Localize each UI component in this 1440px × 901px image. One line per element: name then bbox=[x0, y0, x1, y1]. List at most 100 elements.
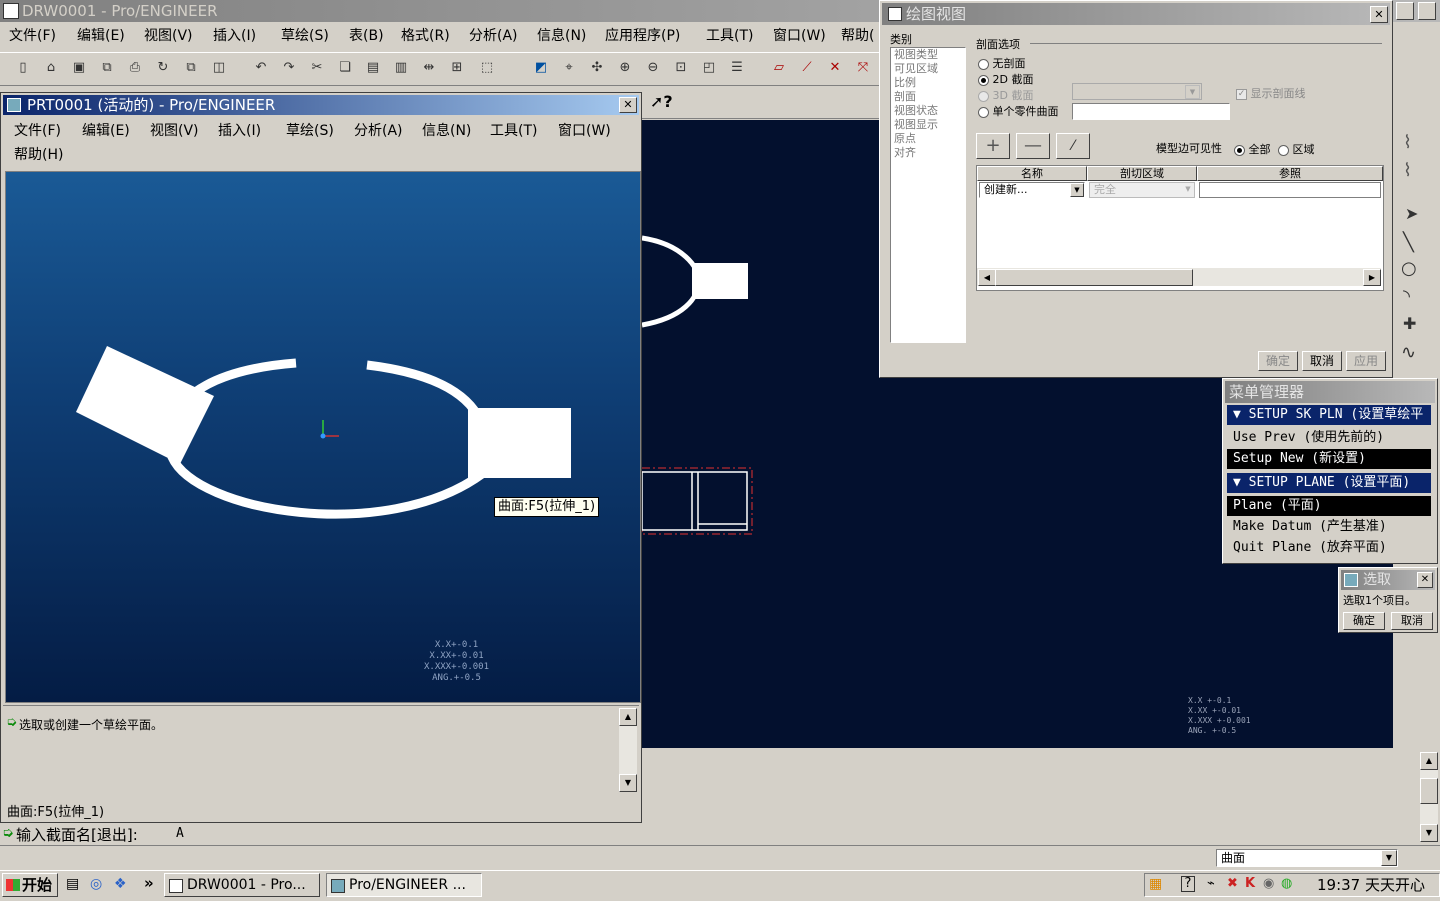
category-align[interactable]: 对齐 bbox=[891, 146, 965, 160]
radio-3d-section[interactable] bbox=[978, 90, 989, 102]
category-origin[interactable]: 原点 bbox=[891, 132, 965, 146]
menu-format[interactable]: 格式(R) bbox=[401, 24, 450, 48]
part-menu-analysis[interactable]: 分析(A) bbox=[354, 119, 403, 143]
visibility-area[interactable]: 区域 bbox=[1278, 141, 1315, 157]
close-button[interactable]: ✕ bbox=[1418, 2, 1436, 20]
sketch-tool2-icon[interactable]: ⌇ bbox=[1403, 160, 1412, 181]
start-button[interactable]: 开始 bbox=[2, 873, 58, 897]
save-copy-icon[interactable]: ⧉ bbox=[96, 56, 118, 78]
category-view-state[interactable]: 视图状态 bbox=[891, 104, 965, 118]
menu-applications[interactable]: 应用程序(P) bbox=[605, 24, 680, 48]
quicklaunch-ie-icon[interactable]: ◎ bbox=[90, 876, 102, 892]
menu-file[interactable]: 文件(F) bbox=[9, 24, 56, 48]
single-part-surface-input[interactable] bbox=[1072, 103, 1230, 120]
plane-item[interactable]: Plane (平面) bbox=[1227, 496, 1431, 516]
tray-security-icon[interactable]: ✖ bbox=[1227, 876, 1238, 891]
refit-icon[interactable]: ◩ bbox=[530, 56, 552, 78]
task-proengineer[interactable]: Pro/ENGINEER ... bbox=[326, 873, 482, 897]
option-3d-section[interactable]: 3D 截面 bbox=[978, 87, 1033, 103]
category-view-display[interactable]: 视图显示 bbox=[891, 118, 965, 132]
menu-info[interactable]: 信息(N) bbox=[537, 24, 586, 48]
category-scale[interactable]: 比例 bbox=[891, 76, 965, 90]
message-scroll-down-icon[interactable]: ▼ bbox=[619, 774, 637, 792]
task-drw0001[interactable]: DRW0001 - Pro... bbox=[164, 873, 320, 897]
use-prev-item[interactable]: Use Prev (使用先前的) bbox=[1227, 428, 1431, 448]
menu-insert[interactable]: 插入(I) bbox=[213, 24, 256, 48]
radio-no-section[interactable] bbox=[978, 58, 989, 70]
row-area-chevron-icon[interactable]: ▼ bbox=[1182, 183, 1194, 195]
datum-axis-icon[interactable]: ⟋ bbox=[796, 56, 818, 78]
row-name-dropdown[interactable]: 创建新... ▼ bbox=[979, 182, 1085, 198]
part-menu-window[interactable]: 窗口(W) bbox=[558, 119, 611, 143]
part-menu-help[interactable]: 帮助(H) bbox=[14, 143, 63, 167]
part-menu-edit[interactable]: 编辑(E) bbox=[82, 119, 130, 143]
new-icon[interactable]: ▯ bbox=[12, 56, 34, 78]
select-ok-button[interactable]: 确定 bbox=[1343, 612, 1385, 630]
tray-volume-icon[interactable]: ◉ bbox=[1263, 876, 1274, 891]
scroll-up-icon[interactable]: ▲ bbox=[1420, 752, 1438, 770]
zoom-fit-icon[interactable]: ⊡ bbox=[670, 56, 692, 78]
spline-icon[interactable]: ∿ bbox=[1401, 342, 1416, 363]
row-name-chevron-icon[interactable]: ▼ bbox=[1070, 183, 1084, 197]
3d-section-dropdown[interactable]: ▼ bbox=[1072, 83, 1202, 100]
radio-visibility-area[interactable] bbox=[1278, 144, 1289, 156]
radio-visibility-all[interactable] bbox=[1234, 144, 1245, 156]
paste-special-icon[interactable]: ▥ bbox=[390, 56, 412, 78]
line-icon[interactable]: ╲ bbox=[1403, 232, 1414, 253]
arc-icon[interactable]: ◝ bbox=[1403, 286, 1410, 307]
pointer-icon[interactable]: ➤ bbox=[1405, 204, 1418, 223]
point-icon[interactable]: ✚ bbox=[1403, 314, 1416, 333]
quicklaunch-app-icon[interactable]: ❖ bbox=[114, 876, 127, 892]
category-visible-area[interactable]: 可见区域 bbox=[891, 62, 965, 76]
row-area-dropdown[interactable]: 完全 ▼ bbox=[1089, 182, 1195, 198]
option-single-part-surface[interactable]: 单个零件曲面 bbox=[978, 103, 1059, 119]
row-ref-field[interactable] bbox=[1199, 182, 1381, 198]
datum-csys-icon[interactable]: ⤧ bbox=[852, 56, 874, 78]
setup-new-item[interactable]: Setup New (新设置) bbox=[1227, 449, 1431, 469]
dialog-ok-button[interactable]: 确定 bbox=[1258, 351, 1298, 371]
part-menu-tools[interactable]: 工具(T) bbox=[490, 119, 537, 143]
circle-icon[interactable]: ○ bbox=[1401, 258, 1417, 279]
orient-icon[interactable]: ◰ bbox=[698, 56, 720, 78]
part-menu-insert[interactable]: 插入(I) bbox=[218, 119, 261, 143]
col-header-ref[interactable]: 参照 bbox=[1197, 166, 1383, 181]
undo-icon[interactable]: ↶ bbox=[250, 56, 272, 78]
table-scroll-left-icon[interactable]: ◀ bbox=[978, 269, 996, 286]
chevron-down-icon[interactable]: ▼ bbox=[1381, 850, 1397, 866]
menu-table[interactable]: 表(B) bbox=[349, 24, 384, 48]
tray-app-icon[interactable]: ▦ bbox=[1149, 876, 1162, 892]
radio-2d-section[interactable] bbox=[978, 74, 989, 86]
tray-network-icon[interactable]: ⌁ bbox=[1207, 876, 1215, 891]
tray-help-icon[interactable]: ? bbox=[1181, 876, 1195, 892]
category-section[interactable]: 剖面 bbox=[891, 90, 965, 104]
part-menu-file[interactable]: 文件(F) bbox=[14, 119, 61, 143]
zoom-in-icon[interactable]: ⊕ bbox=[614, 56, 636, 78]
table-hscrollbar[interactable]: ◀ ▶ bbox=[977, 268, 1381, 286]
add-row-button[interactable]: + bbox=[976, 133, 1010, 159]
tray-antivirus-icon[interactable]: K bbox=[1245, 876, 1255, 891]
copy2-icon[interactable]: ❏ bbox=[334, 56, 356, 78]
datum-point-icon[interactable]: ✕ bbox=[824, 56, 846, 78]
part-menu-view[interactable]: 视图(V) bbox=[150, 119, 199, 143]
scroll-down-icon[interactable]: ▼ bbox=[1420, 824, 1438, 842]
regenerate-icon[interactable]: ↻ bbox=[152, 56, 174, 78]
checkbox-icon[interactable]: ✓ bbox=[1236, 88, 1247, 100]
part-close-button[interactable]: ✕ bbox=[619, 97, 637, 113]
remove-row-button[interactable]: — bbox=[1016, 133, 1050, 159]
select-close-button[interactable]: ✕ bbox=[1417, 572, 1433, 588]
layers-icon[interactable]: ☰ bbox=[726, 56, 748, 78]
context-help-icon[interactable]: ➚? bbox=[650, 92, 673, 111]
dialog-apply-button[interactable]: 应用 bbox=[1346, 351, 1386, 371]
flip-button[interactable]: ⁄ bbox=[1056, 133, 1090, 159]
copy-icon[interactable]: ⧉ bbox=[180, 56, 202, 78]
category-view-type[interactable]: 视图类型 bbox=[891, 48, 965, 62]
part-menu-info[interactable]: 信息(N) bbox=[422, 119, 471, 143]
scroll-thumb[interactable] bbox=[1420, 778, 1438, 804]
open-icon[interactable]: ⌂ bbox=[40, 56, 62, 78]
part-viewport[interactable]: 曲面:F5(拉伸_1) X.X+-0.1 X.XX+-0.01 X.XXX+-0… bbox=[5, 171, 641, 703]
filter-dropdown[interactable]: 曲面 ▼ bbox=[1216, 849, 1398, 867]
restore-button[interactable]: ❐ bbox=[1396, 2, 1414, 20]
cut-icon[interactable]: ✂ bbox=[306, 56, 328, 78]
3d-dropdown-chevron-icon[interactable]: ▼ bbox=[1185, 85, 1200, 99]
select-box-icon[interactable]: ⬚ bbox=[476, 56, 498, 78]
